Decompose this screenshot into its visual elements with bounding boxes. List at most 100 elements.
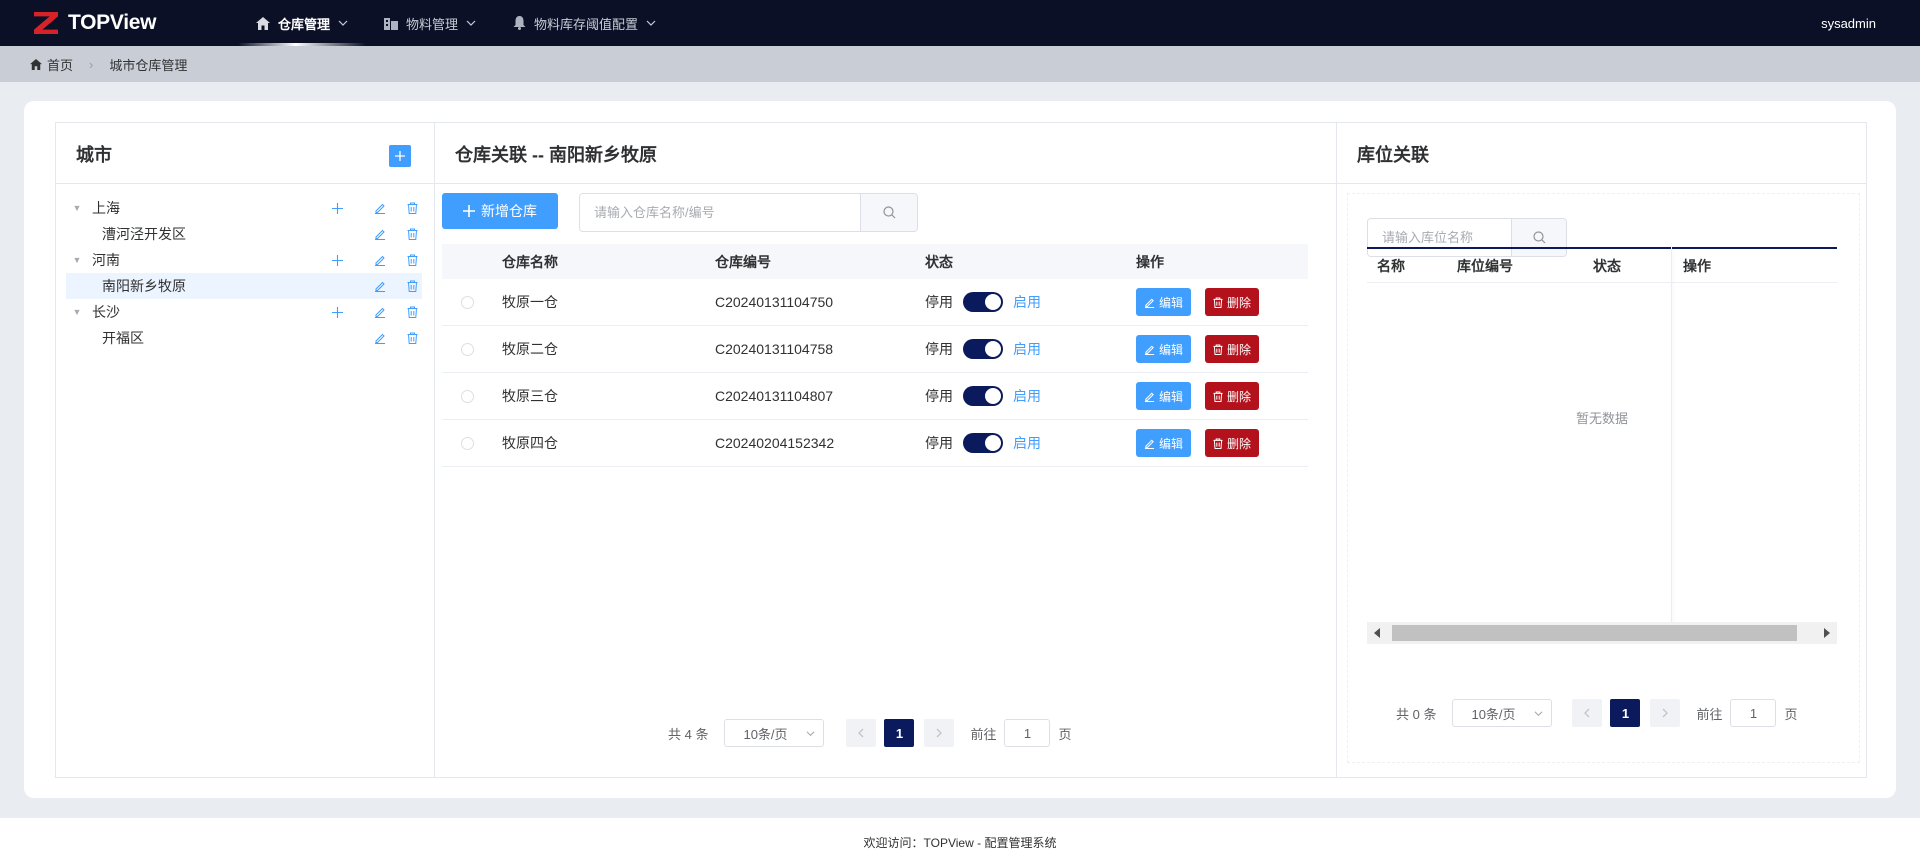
goto-page-input[interactable]: 1 [1004,719,1051,747]
page-number-current[interactable]: 1 [884,719,915,747]
breadcrumb-home[interactable]: 首页 [30,55,73,74]
page-size-select[interactable]: 10条/页 [724,719,825,747]
status-toggle[interactable] [963,386,1003,406]
user-menu[interactable]: sysadmin [1821,16,1876,31]
nav-label: 物料管理 [406,16,459,32]
caret-down-icon[interactable]: ▼ [70,203,84,213]
table-row[interactable]: 牧原四仓 C20240204152342 停用 启用 编辑 删除 [442,420,1308,467]
bell-icon [512,16,526,30]
divider [56,183,434,184]
location-pagination: 共 0 条 10条/页 1 前往 1 页 [1396,699,1798,727]
edit-button[interactable]: 编辑 [1136,429,1192,457]
tree-node-label: 上海 [92,200,120,216]
chevron-down-icon [1534,710,1543,716]
goto-page-input[interactable]: 1 [1730,699,1777,727]
cell-name: 牧原一仓 [502,294,558,310]
status-toggle[interactable] [963,292,1003,312]
delete-button[interactable]: 删除 [1205,429,1260,457]
divider [1337,183,1866,184]
location-table: 名称 库位编号 状态 操作 暂无数据 [1367,247,1837,644]
add-child-icon[interactable] [330,305,344,319]
delete-label: 删除 [1227,295,1252,310]
edit-icon [1144,345,1155,355]
delete-button[interactable]: 删除 [1205,382,1260,410]
add-child-icon[interactable] [330,253,344,267]
add-warehouse-button[interactable]: 新增仓库 [442,193,558,229]
col-operations: 操作 [1683,257,1711,274]
tree-node-label: 漕河泾开发区 [102,226,186,242]
caret-down-icon[interactable]: ▼ [70,307,84,317]
tree-node[interactable]: ▼ 长沙 [66,299,422,325]
status-toggle[interactable] [963,339,1003,359]
delete-label: 删除 [1227,342,1252,357]
table-row[interactable]: 牧原二仓 C20240131104758 停用 启用 编辑 删除 [442,326,1308,373]
scrollbar-thumb[interactable] [1392,625,1797,641]
warehouse-search-input[interactable] [580,194,861,231]
city-tree: ▼ 上海 漕河泾开发区 ▼ 河南 南阳新乡牧原 ▼ 长沙 开福区 [66,195,422,351]
edit-icon[interactable] [373,201,387,215]
edit-icon[interactable] [373,331,387,345]
divider [435,183,1339,184]
row-radio[interactable] [460,295,474,309]
warehouse-search-button[interactable] [860,194,917,231]
delete-icon[interactable] [405,279,419,293]
delete-icon[interactable] [405,227,419,241]
warehouse-panel-title: 仓库关联 -- 南阳新乡牧原 [455,145,657,165]
nav-label: 物料库存阈值配置 [534,16,639,32]
goto-prefix: 前往 [970,726,997,742]
nav-item-warehouse[interactable]: 仓库管理 [238,0,367,46]
chevron-down-icon [466,18,476,28]
scroll-right-icon[interactable] [1817,622,1837,644]
tree-node[interactable]: ▼ 上海 [66,195,422,221]
prev-page-button[interactable] [1572,699,1603,727]
table-row[interactable]: 牧原三仓 C20240131104807 停用 启用 编辑 删除 [442,373,1308,420]
tree-node[interactable]: 开福区 [66,325,422,351]
delete-icon[interactable] [405,201,419,215]
page-size-select[interactable]: 10条/页 [1452,699,1553,727]
table-header: 仓库名称 仓库编号 状态 操作 [442,244,1308,279]
delete-icon [1213,343,1223,355]
edit-button[interactable]: 编辑 [1136,335,1192,363]
row-radio[interactable] [460,436,474,450]
chevron-right-icon [1663,708,1669,718]
edit-label: 编辑 [1159,295,1184,310]
next-page-button[interactable] [924,719,955,747]
edit-icon[interactable] [373,253,387,267]
table-row[interactable]: 牧原一仓 C20240131104750 停用 启用 编辑 删除 [442,279,1308,326]
pagination-total: 共 4 条 [668,726,709,742]
edit-button[interactable]: 编辑 [1136,382,1192,410]
nav-item-material[interactable]: 物料管理 [366,0,494,46]
chevron-left-icon [858,728,864,738]
caret-down-icon[interactable]: ▼ [70,255,84,265]
edit-icon[interactable] [373,279,387,293]
edit-icon[interactable] [373,227,387,241]
delete-button[interactable]: 删除 [1205,288,1260,316]
page-number-current[interactable]: 1 [1610,699,1641,727]
nav-item-threshold[interactable]: 物料库存阈值配置 [494,0,674,46]
status-toggle[interactable] [963,433,1003,453]
page-size-value: 10条/页 [1471,706,1516,722]
main-menu: 仓库管理 物料管理 物料库存阈值配置 [238,0,674,46]
edit-button[interactable]: 编辑 [1136,288,1192,316]
tree-node[interactable]: ▼ 河南 [66,247,422,273]
add-city-button[interactable] [389,145,411,167]
tree-node[interactable]: 漕河泾开发区 [66,221,422,247]
delete-icon[interactable] [405,305,419,319]
edit-icon [1144,439,1155,449]
delete-icon[interactable] [405,253,419,267]
logo-text: TOPView [68,11,157,34]
add-child-icon[interactable] [330,201,344,215]
delete-icon[interactable] [405,331,419,345]
home-icon [256,16,270,30]
edit-icon[interactable] [373,305,387,319]
tree-node-label: 长沙 [92,304,120,320]
tree-node-selected[interactable]: 南阳新乡牧原 [66,273,422,299]
next-page-button[interactable] [1650,699,1681,727]
logo[interactable]: TOPView [34,11,224,35]
prev-page-button[interactable] [846,719,877,747]
scroll-left-icon[interactable] [1367,622,1387,644]
delete-button[interactable]: 删除 [1205,335,1260,363]
row-radio[interactable] [460,389,474,403]
row-radio[interactable] [460,342,474,356]
horizontal-scrollbar[interactable] [1367,622,1837,644]
